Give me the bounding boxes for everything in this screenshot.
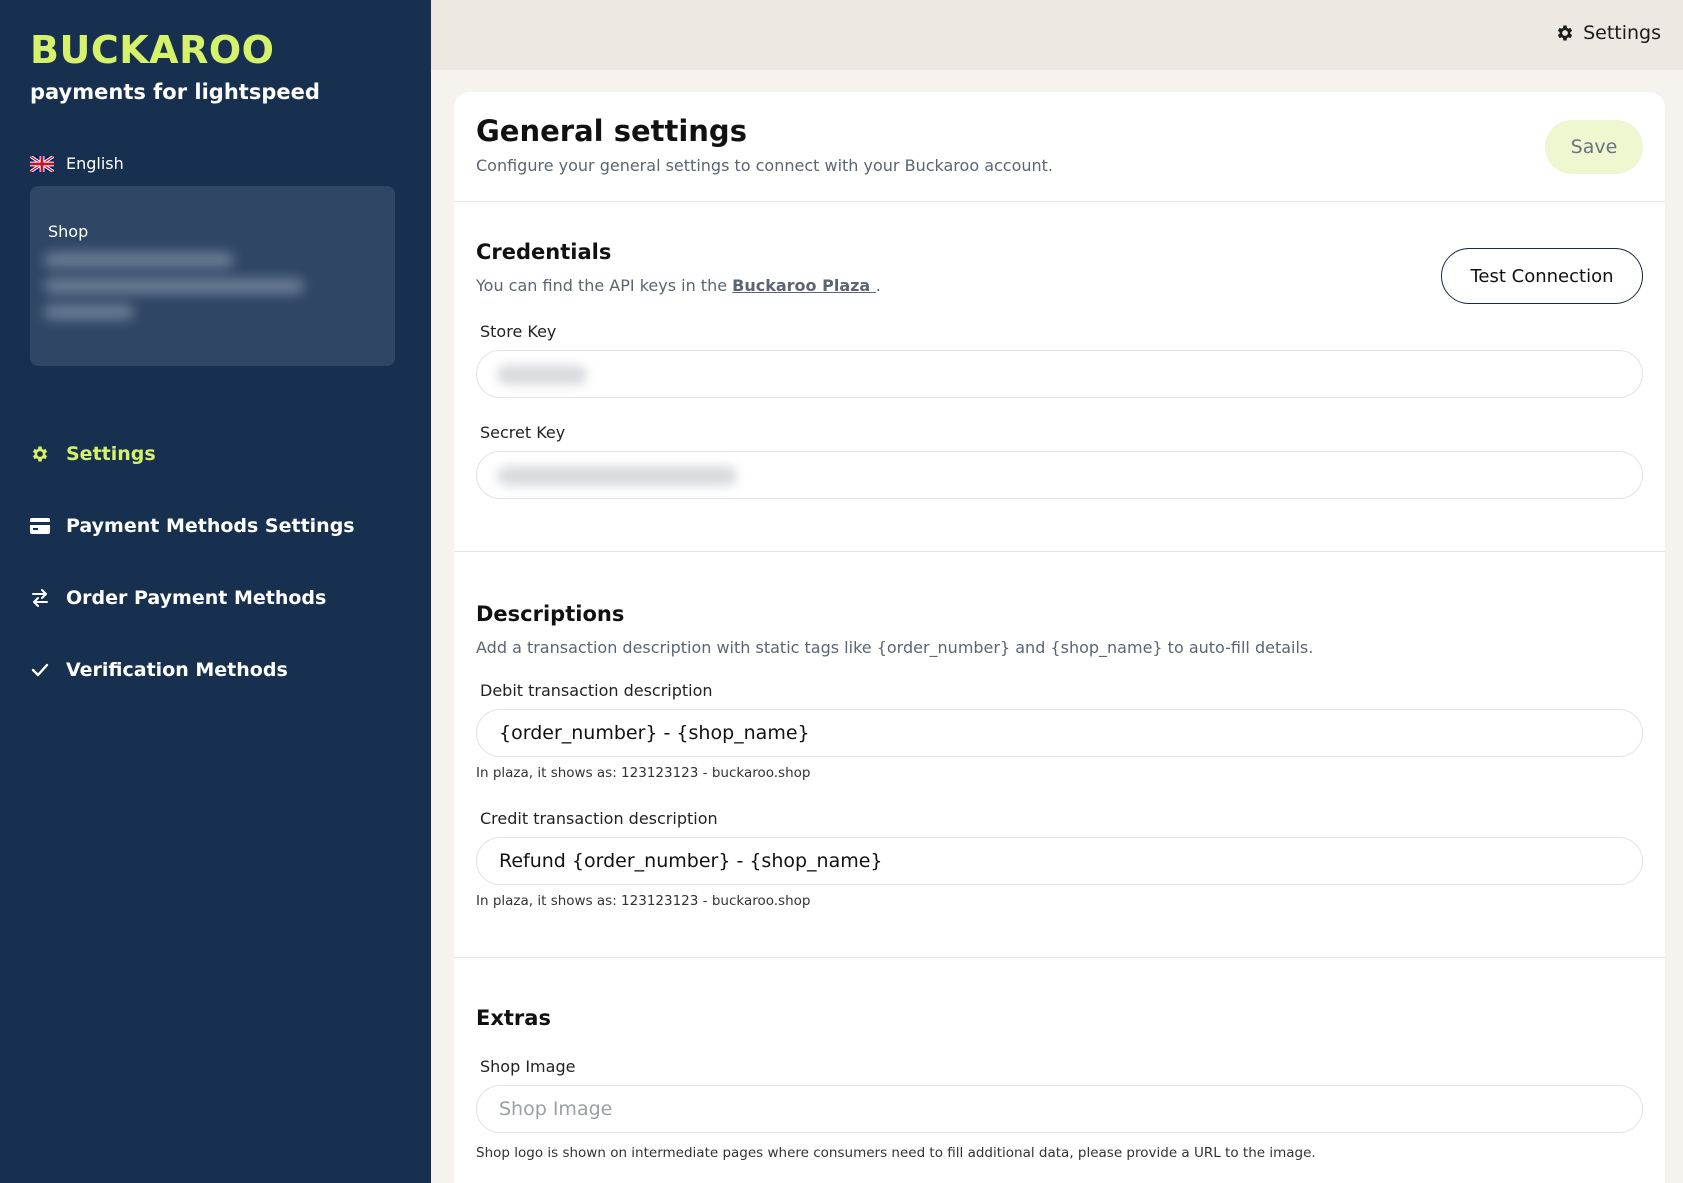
credentials-subtitle-text: You can find the API keys in the xyxy=(476,276,728,295)
sidebar-item-payment-methods-settings[interactable]: Payment Methods Settings xyxy=(30,490,410,562)
top-settings-label: Settings xyxy=(1583,22,1661,44)
sidebar-item-settings[interactable]: Settings xyxy=(30,418,410,490)
sidebar-item-order-payment-methods[interactable]: Order Payment Methods xyxy=(30,562,410,634)
extras-title: Extras xyxy=(476,1006,551,1030)
credentials-subtitle-suffix: . xyxy=(875,276,881,295)
settings-card: General settings Configure your general … xyxy=(454,92,1665,1183)
debit-description-hint: In plaza, it shows as: 123123123 - bucka… xyxy=(476,765,811,781)
redacted-secret-key xyxy=(497,466,737,486)
store-key-field[interactable] xyxy=(476,350,1643,398)
gear-icon xyxy=(30,444,50,464)
credentials-subtitle: You can find the API keys in the Buckaro… xyxy=(476,276,881,295)
credentials-section: Credentials You can find the API keys in… xyxy=(454,202,1665,552)
shop-image-hint: Shop logo is shown on intermediate pages… xyxy=(476,1145,1316,1161)
sidebar-item-verification-methods[interactable]: Verification Methods xyxy=(30,634,410,706)
top-settings-link[interactable]: Settings xyxy=(1555,22,1661,44)
sidebar-item-label: Payment Methods Settings xyxy=(66,515,355,537)
language-label: English xyxy=(66,154,124,173)
store-key-label: Store Key xyxy=(480,322,557,341)
save-button[interactable]: Save xyxy=(1545,120,1643,174)
debit-description-field[interactable] xyxy=(476,709,1643,757)
shop-card-label: Shop xyxy=(48,222,89,241)
extras-section: Extras Shop Image Shop logo is shown on … xyxy=(454,958,1665,1183)
credit-description-field[interactable] xyxy=(476,837,1643,885)
descriptions-subtitle: Add a transaction description with stati… xyxy=(476,638,1314,657)
page-subtitle: Configure your general settings to conne… xyxy=(476,156,1054,175)
sidebar-item-label: Verification Methods xyxy=(66,659,288,681)
secret-key-label: Secret Key xyxy=(480,423,566,442)
credit-card-icon xyxy=(30,516,50,536)
brand-logo: BUCKAROO xyxy=(30,28,275,72)
sidebar: BUCKAROO payments for lightspeed English… xyxy=(0,0,431,1183)
gear-icon xyxy=(1557,25,1573,41)
secret-key-field[interactable] xyxy=(476,451,1643,499)
uk-flag-icon xyxy=(30,155,54,172)
buckaroo-plaza-link[interactable]: Buckaroo Plaza xyxy=(732,276,876,295)
brand-tagline: payments for lightspeed xyxy=(30,80,320,104)
sidebar-item-label: Settings xyxy=(66,443,156,465)
general-section: General settings Configure your general … xyxy=(454,92,1665,202)
checkmark-icon xyxy=(30,660,50,680)
sidebar-item-label: Order Payment Methods xyxy=(66,587,327,609)
sidebar-nav: Settings Payment Methods Settings Order … xyxy=(30,418,410,706)
redacted-shop-info xyxy=(44,304,134,320)
debit-description-label: Debit transaction description xyxy=(480,681,713,700)
swap-arrows-icon xyxy=(30,588,50,608)
descriptions-section: Descriptions Add a transaction descripti… xyxy=(454,552,1665,958)
redacted-store-key xyxy=(497,365,587,385)
shop-card[interactable]: Shop xyxy=(30,186,395,366)
shop-image-field[interactable] xyxy=(476,1085,1643,1133)
descriptions-title: Descriptions xyxy=(476,602,625,626)
test-connection-button[interactable]: Test Connection xyxy=(1441,248,1643,304)
top-bar: Settings xyxy=(431,0,1683,70)
language-selector[interactable]: English xyxy=(30,154,124,173)
page-title: General settings xyxy=(476,114,747,148)
shop-image-label: Shop Image xyxy=(480,1057,576,1076)
credentials-title: Credentials xyxy=(476,240,612,264)
redacted-shop-info xyxy=(44,278,304,294)
redacted-shop-info xyxy=(44,252,234,268)
credit-description-hint: In plaza, it shows as: 123123123 - bucka… xyxy=(476,893,811,909)
credit-description-label: Credit transaction description xyxy=(480,809,718,828)
